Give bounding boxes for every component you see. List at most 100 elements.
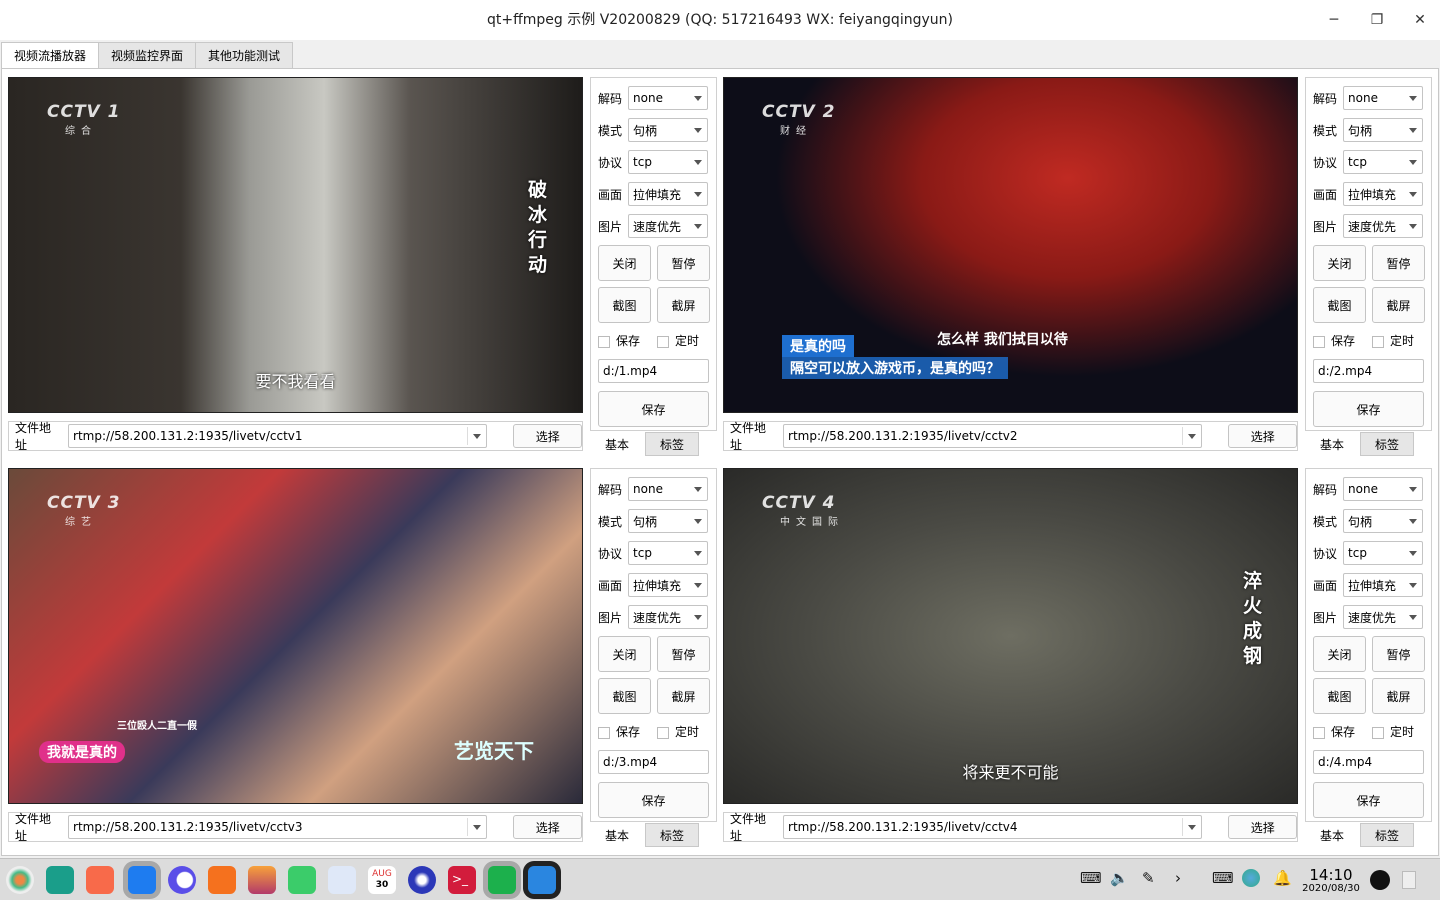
select-button[interactable]: 选择 xyxy=(513,815,582,839)
save-path-input[interactable]: d:/3.mp4 xyxy=(598,750,709,774)
timer-checkbox[interactable]: 定时 xyxy=(1372,723,1414,740)
snapshot-button[interactable]: 截图 xyxy=(598,678,651,714)
timer-checkbox[interactable]: 定时 xyxy=(1372,332,1414,349)
mode-combobox[interactable]: 句柄 xyxy=(1343,509,1424,533)
launcher-icon[interactable] xyxy=(6,866,34,894)
maximize-button[interactable]: ❐ xyxy=(1355,0,1399,40)
save-button[interactable]: 保存 xyxy=(1313,782,1424,818)
power-icon[interactable] xyxy=(1370,870,1390,890)
photos-icon[interactable] xyxy=(248,866,276,894)
tab-label[interactable]: 标签 xyxy=(1360,823,1414,847)
checkbox-box[interactable] xyxy=(657,335,669,348)
decode-combobox[interactable]: none xyxy=(628,477,709,501)
tab-basic[interactable]: 基本 xyxy=(1307,433,1357,457)
timer-checkbox[interactable]: 定时 xyxy=(657,723,699,740)
screenshot-button[interactable]: 截屏 xyxy=(657,678,710,714)
select-button[interactable]: 选择 xyxy=(513,424,582,448)
mode-combobox[interactable]: 句柄 xyxy=(628,118,709,142)
url-combobox[interactable]: rtmp://58.200.131.2:1935/livetv/cctv2 xyxy=(783,424,1203,448)
pen-icon[interactable]: ✎ xyxy=(1142,869,1155,887)
protocol-combobox[interactable]: tcp xyxy=(1343,150,1424,174)
checkbox-box[interactable] xyxy=(1372,335,1384,348)
tab-video-stream-player[interactable]: 视频流播放器 xyxy=(1,42,100,70)
snapshot-button[interactable]: 截图 xyxy=(1313,678,1366,714)
select-button[interactable]: 选择 xyxy=(1228,815,1297,839)
close-stream-button[interactable]: 关闭 xyxy=(598,245,651,281)
tab-label[interactable]: 标签 xyxy=(1360,432,1414,456)
screenshot-button[interactable]: 截屏 xyxy=(1372,678,1425,714)
pause-button[interactable]: 暂停 xyxy=(657,636,710,672)
tab-video-monitor[interactable]: 视频监控界面 xyxy=(98,42,197,69)
url-combobox[interactable]: rtmp://58.200.131.2:1935/livetv/cctv4 xyxy=(783,815,1203,839)
save-button[interactable]: 保存 xyxy=(598,391,709,427)
tab-basic[interactable]: 基本 xyxy=(592,824,642,848)
video-display-2[interactable]: CCTV 2 财经 是真的吗 怎么样 我们拭目以待 隔空可以放入游戏币，是真的吗？ xyxy=(723,77,1298,413)
trash-icon[interactable] xyxy=(1402,871,1416,889)
tab-basic[interactable]: 基本 xyxy=(1307,824,1357,848)
image-combobox[interactable]: 速度优先 xyxy=(628,605,709,629)
checkbox-box[interactable] xyxy=(657,726,669,739)
close-stream-button[interactable]: 关闭 xyxy=(598,636,651,672)
shop-icon[interactable] xyxy=(208,866,236,894)
browser-icon[interactable] xyxy=(168,866,196,894)
save-checkbox[interactable]: 保存 xyxy=(1313,723,1355,740)
multitask-icon[interactable] xyxy=(86,866,114,894)
protocol-combobox[interactable]: tcp xyxy=(628,150,709,174)
save-path-input[interactable]: d:/1.mp4 xyxy=(598,359,709,383)
video-display-3[interactable]: CCTV 3 综艺 我就是真的 三位殴人二直一假 艺览天下 xyxy=(8,468,583,804)
screen-combobox[interactable]: 拉伸填充 xyxy=(628,182,709,206)
decode-combobox[interactable]: none xyxy=(628,86,709,110)
image-combobox[interactable]: 速度优先 xyxy=(628,214,709,238)
url-combobox[interactable]: rtmp://58.200.131.2:1935/livetv/cctv3 xyxy=(68,815,488,839)
pause-button[interactable]: 暂停 xyxy=(1372,636,1425,672)
image-combobox[interactable]: 速度优先 xyxy=(1343,605,1424,629)
file-manager-icon[interactable] xyxy=(46,866,74,894)
tab-other-tests[interactable]: 其他功能测试 xyxy=(195,42,294,69)
music-icon[interactable] xyxy=(288,866,316,894)
keyboard-icon[interactable]: ⌨ xyxy=(1080,869,1102,887)
save-checkbox[interactable]: 保存 xyxy=(598,332,640,349)
screen-combobox[interactable]: 拉伸填充 xyxy=(628,573,709,597)
tab-label[interactable]: 标签 xyxy=(645,432,699,456)
assistant-icon[interactable] xyxy=(1242,869,1260,887)
clock[interactable]: 14:10 2020/08/30 xyxy=(1300,867,1362,894)
snapshot-button[interactable]: 截图 xyxy=(1313,287,1366,323)
save-path-input[interactable]: d:/2.mp4 xyxy=(1313,359,1424,383)
url-combobox[interactable]: rtmp://58.200.131.2:1935/livetv/cctv1 xyxy=(68,424,488,448)
input-method-icon[interactable]: ⌨ xyxy=(1212,869,1234,887)
decode-combobox[interactable]: none xyxy=(1343,86,1424,110)
screen-combobox[interactable]: 拉伸填充 xyxy=(1343,182,1424,206)
save-path-input[interactable]: d:/4.mp4 xyxy=(1313,750,1424,774)
contacts-icon[interactable] xyxy=(328,866,356,894)
protocol-combobox[interactable]: tcp xyxy=(628,541,709,565)
app-store-icon[interactable] xyxy=(128,866,156,894)
protocol-combobox[interactable]: tcp xyxy=(1343,541,1424,565)
settings-icon[interactable] xyxy=(408,866,436,894)
bell-icon[interactable]: 🔔 xyxy=(1273,869,1292,887)
checkbox-box[interactable] xyxy=(1313,726,1325,739)
save-button[interactable]: 保存 xyxy=(598,782,709,818)
close-stream-button[interactable]: 关闭 xyxy=(1313,636,1366,672)
pause-button[interactable]: 暂停 xyxy=(1372,245,1425,281)
app-window-icon[interactable] xyxy=(528,866,556,894)
qt-creator-icon[interactable] xyxy=(488,866,516,894)
decode-combobox[interactable]: none xyxy=(1343,477,1424,501)
select-button[interactable]: 选择 xyxy=(1228,424,1297,448)
snapshot-button[interactable]: 截图 xyxy=(598,287,651,323)
tab-label[interactable]: 标签 xyxy=(645,823,699,847)
mode-combobox[interactable]: 句柄 xyxy=(628,509,709,533)
checkbox-box[interactable] xyxy=(598,335,610,348)
image-combobox[interactable]: 速度优先 xyxy=(1343,214,1424,238)
screen-combobox[interactable]: 拉伸填充 xyxy=(1343,573,1424,597)
screenshot-button[interactable]: 截屏 xyxy=(657,287,710,323)
close-button[interactable]: ✕ xyxy=(1398,0,1440,40)
close-stream-button[interactable]: 关闭 xyxy=(1313,245,1366,281)
tab-basic[interactable]: 基本 xyxy=(592,433,642,457)
save-checkbox[interactable]: 保存 xyxy=(598,723,640,740)
screenshot-button[interactable]: 截屏 xyxy=(1372,287,1425,323)
checkbox-box[interactable] xyxy=(1372,726,1384,739)
pause-button[interactable]: 暂停 xyxy=(657,245,710,281)
mode-combobox[interactable]: 句柄 xyxy=(1343,118,1424,142)
video-display-4[interactable]: CCTV 4 中文国际 淬火成钢 将来更不可能 xyxy=(723,468,1298,804)
checkbox-box[interactable] xyxy=(598,726,610,739)
